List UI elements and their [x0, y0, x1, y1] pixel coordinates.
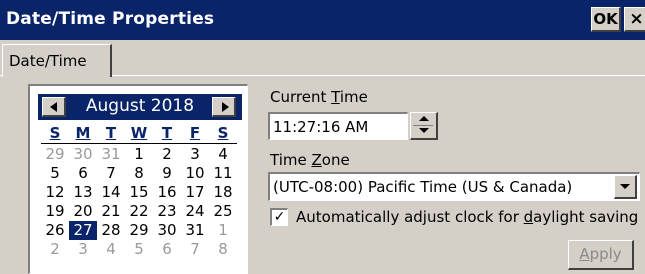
- calendar-day[interactable]: 7: [181, 240, 209, 259]
- calendar-day[interactable]: 16: [153, 183, 181, 202]
- calendar-day[interactable]: 14: [97, 183, 125, 202]
- calendar-header: August 2018: [38, 94, 242, 120]
- calendar-day[interactable]: 6: [69, 164, 97, 183]
- chevron-down-icon: [620, 184, 630, 189]
- calendar-day[interactable]: 13: [69, 183, 97, 202]
- calendar-divider: [41, 143, 237, 144]
- dst-label[interactable]: Automatically adjust clock for daylight …: [296, 208, 638, 226]
- calendar-day[interactable]: 3: [181, 145, 209, 164]
- calendar-day[interactable]: 2: [41, 240, 69, 259]
- time-zone-select[interactable]: (UTC-08:00) Pacific Time (US & Canada): [268, 172, 640, 201]
- calendar-day[interactable]: 12: [41, 183, 69, 202]
- weekday-label: S: [217, 124, 229, 142]
- weekday-label: W: [130, 124, 148, 142]
- calendar-day[interactable]: 30: [153, 221, 181, 240]
- spin-down-icon[interactable]: [419, 128, 429, 133]
- calendar-day[interactable]: 1: [125, 145, 153, 164]
- calendar-day[interactable]: 9: [153, 164, 181, 183]
- calendar[interactable]: August 2018 S M T W T F S 29 30 31 1 2 3 4 5 6 7 8…: [28, 84, 248, 274]
- calendar-day[interactable]: 8: [125, 164, 153, 183]
- arrow-left-icon: [50, 102, 57, 112]
- calendar-day[interactable]: 28: [97, 221, 125, 240]
- calendar-day[interactable]: 5: [41, 164, 69, 183]
- ok-button[interactable]: OK: [591, 7, 621, 32]
- calendar-day[interactable]: 3: [69, 240, 97, 259]
- calendar-day[interactable]: 1: [209, 221, 237, 240]
- month-label[interactable]: August 2018: [72, 96, 208, 116]
- calendar-day[interactable]: 29: [41, 145, 69, 164]
- time-zone-value: (UTC-08:00) Pacific Time (US & Canada): [273, 178, 573, 196]
- calendar-day[interactable]: 15: [125, 183, 153, 202]
- time-spinner[interactable]: [410, 112, 438, 140]
- weekday-label: T: [161, 124, 173, 142]
- calendar-day[interactable]: 23: [153, 202, 181, 221]
- calendar-day[interactable]: 2: [153, 145, 181, 164]
- current-time-label: Current Time: [270, 88, 368, 106]
- calendar-day[interactable]: 7: [97, 164, 125, 183]
- calendar-day[interactable]: 29: [125, 221, 153, 240]
- checkmark-icon: ✓: [273, 209, 286, 225]
- title-bar: Date/Time Properties OK ×: [0, 0, 645, 40]
- calendar-day[interactable]: 17: [181, 183, 209, 202]
- calendar-day[interactable]: 19: [41, 202, 69, 221]
- arrow-right-icon: [222, 102, 229, 112]
- current-time-value[interactable]: 11:27:16 AM: [273, 118, 368, 136]
- weekday-label: M: [75, 124, 91, 142]
- window-title: Date/Time Properties: [6, 9, 215, 29]
- apply-button[interactable]: Apply: [568, 240, 634, 270]
- calendar-day[interactable]: 18: [209, 183, 237, 202]
- weekday-label: S: [49, 124, 61, 142]
- calendar-day[interactable]: 31: [97, 145, 125, 164]
- tab-label: Date/Time: [9, 52, 87, 70]
- calendar-day[interactable]: 30: [69, 145, 97, 164]
- time-zone-dropdown-button[interactable]: [614, 175, 637, 199]
- calendar-day[interactable]: 20: [69, 202, 97, 221]
- close-button[interactable]: ×: [624, 7, 645, 32]
- spin-up-icon[interactable]: [419, 116, 429, 121]
- weekday-label: F: [189, 124, 201, 142]
- tab-date-time[interactable]: Date/Time: [2, 44, 112, 77]
- calendar-day[interactable]: 24: [181, 202, 209, 221]
- calendar-day[interactable]: 4: [209, 145, 237, 164]
- previous-month-button[interactable]: [42, 97, 66, 117]
- calendar-day[interactable]: 8: [209, 240, 237, 259]
- spinner-divider: [413, 125, 433, 126]
- calendar-day[interactable]: 10: [181, 164, 209, 183]
- calendar-day[interactable]: 22: [125, 202, 153, 221]
- next-month-button[interactable]: [212, 97, 236, 117]
- weekday-label: T: [105, 124, 117, 142]
- calendar-day[interactable]: 25: [209, 202, 237, 221]
- calendar-day[interactable]: 4: [97, 240, 125, 259]
- calendar-day[interactable]: 21: [97, 202, 125, 221]
- current-time-field[interactable]: 11:27:16 AM: [268, 112, 408, 140]
- calendar-day[interactable]: 31: [181, 221, 209, 240]
- calendar-day[interactable]: 5: [125, 240, 153, 259]
- calendar-day[interactable]: 11: [209, 164, 237, 183]
- weekday-header: S M T W T F S: [41, 124, 237, 143]
- time-zone-label: Time Zone: [270, 151, 350, 169]
- dst-checkbox[interactable]: ✓: [270, 208, 288, 226]
- calendar-day-selected[interactable]: 27: [69, 221, 97, 240]
- calendar-day[interactable]: 26: [41, 221, 69, 240]
- calendar-day[interactable]: 6: [153, 240, 181, 259]
